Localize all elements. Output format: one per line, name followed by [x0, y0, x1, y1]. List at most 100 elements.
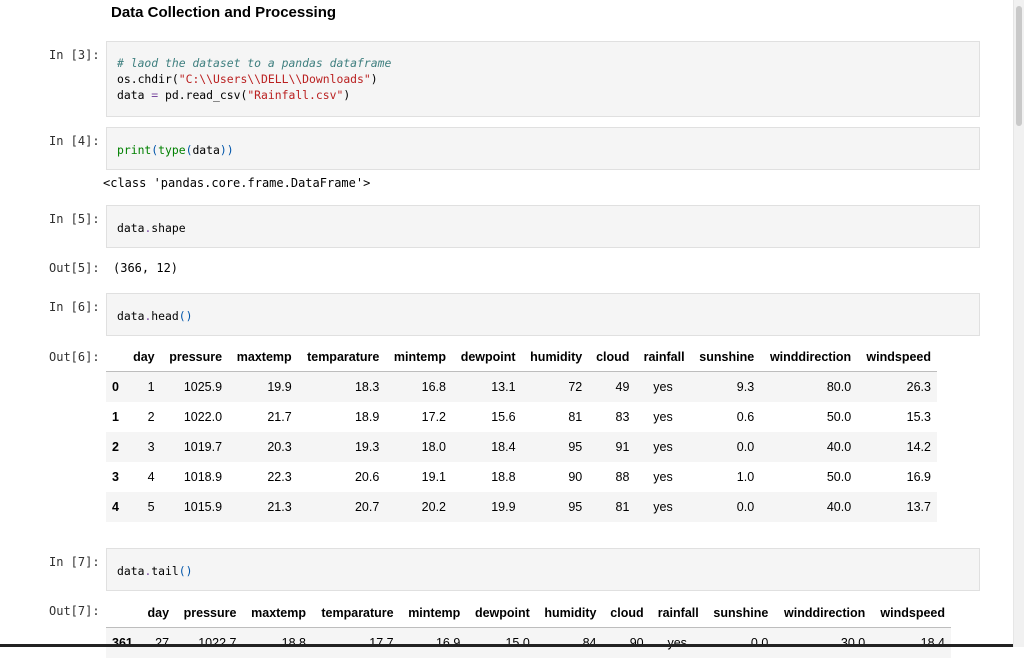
table-cell: 16.9	[400, 628, 467, 658]
code-editor[interactable]: data.tail()	[117, 563, 192, 579]
table-cell: 90	[602, 628, 649, 658]
table-cell: 80.0	[760, 372, 857, 403]
row-index: 361	[106, 628, 140, 658]
row-index: 1	[106, 402, 126, 432]
table-cell: 4	[126, 462, 161, 492]
index-header	[106, 599, 140, 628]
table-cell: 1.0	[691, 462, 761, 492]
row-index: 3	[106, 462, 126, 492]
table-cell: 49	[588, 372, 635, 403]
table-cell: 19.9	[452, 492, 522, 522]
code-builtin: print	[117, 143, 151, 157]
column-header: sunshine	[705, 599, 775, 628]
table-cell: 0.0	[705, 628, 775, 658]
table-cell: 84	[536, 628, 603, 658]
column-header: rainfall	[635, 343, 690, 372]
code-editor[interactable]: # laod the dataset to a pandas dataframe…	[117, 55, 391, 103]
table-cell: yes	[635, 492, 690, 522]
table-cell: yes	[635, 402, 690, 432]
code-editor[interactable]: data.shape	[117, 220, 186, 236]
table-cell: 15.0	[466, 628, 536, 658]
column-header: temparature	[312, 599, 400, 628]
input-prompt: In [6]:	[49, 300, 109, 314]
input-prompt: In [7]:	[49, 555, 109, 569]
code-token: head	[151, 309, 178, 323]
column-header: winddirection	[760, 343, 857, 372]
table-cell: 3	[126, 432, 161, 462]
code-token: data	[117, 309, 144, 323]
code-paren: ()	[179, 309, 193, 323]
table-cell: yes	[635, 432, 690, 462]
row-index: 0	[106, 372, 126, 403]
table-header-row: daypressuremaxtemptemparaturemintempdewp…	[106, 599, 951, 628]
code-cell[interactable]: data.head()	[106, 293, 980, 336]
table-cell: 27	[140, 628, 175, 658]
code-token: data	[117, 221, 144, 235]
code-cell[interactable]: # laod the dataset to a pandas dataframe…	[106, 41, 980, 117]
table-cell: 1018.9	[161, 462, 228, 492]
table-cell: 15.6	[452, 402, 522, 432]
dataframe-tail-table: daypressuremaxtemptemparaturemintempdewp…	[106, 599, 951, 658]
table-cell: 18.8	[452, 462, 522, 492]
column-header: cloud	[602, 599, 649, 628]
table-row: 011025.919.918.316.813.17249yes9.380.026…	[106, 372, 937, 403]
column-header: temparature	[298, 343, 386, 372]
scrollbar-thumb[interactable]	[1016, 6, 1022, 126]
table-cell: 1025.9	[161, 372, 228, 403]
table-cell: 20.3	[228, 432, 298, 462]
code-cell[interactable]: data.tail()	[106, 548, 980, 591]
table-cell: 16.9	[857, 462, 937, 492]
code-comment: # laod the dataset to a pandas dataframe	[117, 56, 391, 70]
input-prompt: In [4]:	[49, 134, 109, 148]
code-editor[interactable]: data.head()	[117, 308, 192, 324]
table-cell: 81	[588, 492, 635, 522]
table-cell: 15.3	[857, 402, 937, 432]
table-cell: 21.7	[228, 402, 298, 432]
table-cell: 91	[588, 432, 635, 462]
table-cell: 1019.7	[161, 432, 228, 462]
code-token: data	[192, 143, 219, 157]
code-token: )	[343, 88, 350, 102]
vertical-scrollbar[interactable]	[1013, 0, 1024, 647]
code-token: )	[371, 72, 378, 86]
column-header: dewpoint	[452, 343, 522, 372]
table-cell: 1015.9	[161, 492, 228, 522]
column-header: maxtemp	[242, 599, 312, 628]
code-token: data	[117, 88, 151, 102]
table-header-row: daypressuremaxtemptemparaturemintempdewp…	[106, 343, 937, 372]
table-cell: 83	[588, 402, 635, 432]
table-cell: 40.0	[760, 432, 857, 462]
table-cell: 88	[588, 462, 635, 492]
table-cell: 5	[126, 492, 161, 522]
table-cell: 13.7	[857, 492, 937, 522]
table-cell: 0.0	[691, 492, 761, 522]
table-cell: 18.4	[452, 432, 522, 462]
code-cell[interactable]: data.shape	[106, 205, 980, 248]
table-row: 231019.720.319.318.018.49591yes0.040.014…	[106, 432, 937, 462]
column-header: windspeed	[857, 343, 937, 372]
table-cell: 40.0	[760, 492, 857, 522]
output-prompt: Out[6]:	[49, 350, 109, 364]
output-prompt: Out[7]:	[49, 604, 109, 618]
table-cell: 19.3	[298, 432, 386, 462]
table-cell: 2	[126, 402, 161, 432]
column-header: sunshine	[691, 343, 761, 372]
code-string: "C:\\Users\\DELL\\Downloads"	[179, 72, 371, 86]
column-header: winddirection	[774, 599, 871, 628]
code-cell[interactable]: print(type(data))	[106, 127, 980, 170]
code-editor[interactable]: print(type(data))	[117, 142, 234, 158]
column-header: pressure	[161, 343, 228, 372]
code-string: "Rainfall.csv"	[247, 88, 343, 102]
table-cell: 18.9	[298, 402, 386, 432]
table-cell: 16.8	[385, 372, 452, 403]
code-paren: ()	[179, 564, 193, 578]
table-cell: 1022.0	[161, 402, 228, 432]
table-cell: 20.7	[298, 492, 386, 522]
table-cell: 20.2	[385, 492, 452, 522]
notebook-area: Data Collection and Processing In [3]: #…	[0, 0, 1014, 647]
table-cell: 1	[126, 372, 161, 403]
input-prompt: In [3]:	[49, 48, 109, 62]
column-header: day	[126, 343, 161, 372]
table-row: 121022.021.718.917.215.68183yes0.650.015…	[106, 402, 937, 432]
table-cell: 17.2	[385, 402, 452, 432]
